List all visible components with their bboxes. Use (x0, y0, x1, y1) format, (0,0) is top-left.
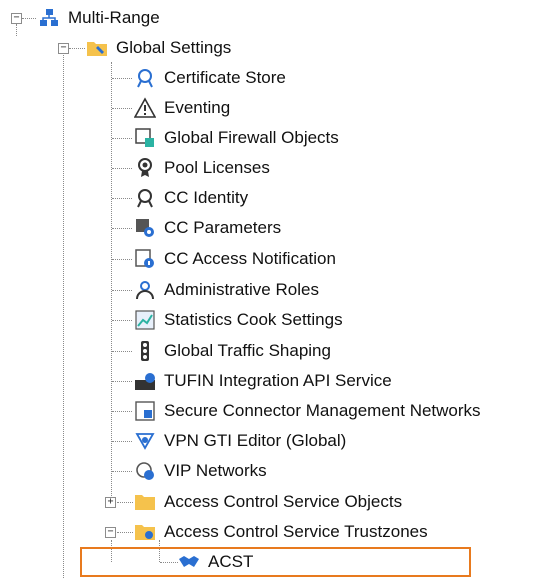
tree-node-label: VIP Networks (164, 461, 267, 480)
tree-node-label: Global Firewall Objects (164, 128, 339, 147)
folder-icon (134, 491, 156, 513)
tree-node-label: Administrative Roles (164, 280, 319, 299)
network-range-icon (38, 7, 60, 29)
identity-badge-icon (134, 187, 156, 209)
handshake-icon (178, 551, 200, 573)
tree-connector (112, 290, 132, 291)
admin-user-icon (134, 279, 156, 301)
tree-node-label: VPN GTI Editor (Global) (164, 431, 347, 450)
tree-connector (112, 108, 132, 109)
statistics-icon (134, 309, 156, 331)
tree-node-administrative-roles[interactable]: Administrative Roles (134, 275, 319, 305)
tree-connector (111, 62, 112, 502)
access-notification-icon (134, 248, 156, 270)
tree-node-multi-range[interactable]: Multi-Range (38, 3, 160, 33)
tree-node-vip-networks[interactable]: VIP Networks (134, 456, 267, 486)
tree-node-label: ACST (208, 552, 254, 571)
tree-node-label: Access Control Service Trustzones (164, 522, 428, 541)
collapse-toggle[interactable]: − (11, 13, 22, 24)
tree-connector (22, 18, 36, 19)
tree-node-cc-parameters[interactable]: CC Parameters (134, 213, 281, 243)
tree-connector (117, 532, 133, 533)
tree-node-access-control-service-trustzones[interactable]: Access Control Service Trustzones (134, 517, 428, 547)
tree-node-label: CC Parameters (164, 218, 282, 237)
tree-node-label: Multi-Range (68, 8, 160, 27)
selection-highlight (80, 547, 471, 577)
firewall-objects-icon (134, 127, 156, 149)
tree-connector (112, 78, 132, 79)
navigation-tree: − − + − Multi-Range Global Settings Cert… (0, 0, 552, 578)
tree-node-label: CC Access Notification (164, 249, 336, 268)
api-service-icon (134, 370, 156, 392)
tree-connector (112, 138, 132, 139)
tree-node-global-traffic-shaping[interactable]: Global Traffic Shaping (134, 336, 331, 366)
tree-node-label: Access Control Service Objects (164, 492, 403, 511)
tree-node-secure-connector-management-networks[interactable]: Secure Connector Management Networks (134, 396, 481, 426)
tree-node-cc-access-notification[interactable]: CC Access Notification (134, 244, 336, 274)
collapse-toggle[interactable]: − (58, 43, 69, 54)
certificate-store-icon (134, 67, 156, 89)
tree-connector (16, 24, 17, 36)
tree-node-certificate-store[interactable]: Certificate Store (134, 63, 286, 93)
tree-node-pool-licenses[interactable]: Pool Licenses (134, 153, 270, 183)
tree-node-label: Eventing (164, 98, 231, 117)
tree-node-cc-identity[interactable]: CC Identity (134, 183, 248, 213)
tree-node-global-settings[interactable]: Global Settings (86, 33, 231, 63)
expand-toggle[interactable]: + (105, 497, 116, 508)
tree-connector (112, 198, 132, 199)
tree-node-access-control-service-objects[interactable]: Access Control Service Objects (134, 487, 402, 517)
tree-connector (112, 471, 132, 472)
tree-node-eventing[interactable]: Eventing (134, 93, 230, 123)
tree-connector (112, 381, 132, 382)
tree-connector (63, 48, 64, 578)
tree-connector (112, 259, 132, 260)
warning-triangle-icon (134, 97, 156, 119)
tree-node-vpn-gti-editor[interactable]: VPN GTI Editor (Global) (134, 426, 346, 456)
vpn-gti-icon (134, 430, 156, 452)
vip-network-icon (134, 460, 156, 482)
license-icon (134, 157, 156, 179)
tree-connector (112, 441, 132, 442)
tree-node-tufin-integration-api-service[interactable]: TUFIN Integration API Service (134, 366, 392, 396)
tree-connector (112, 411, 132, 412)
tree-connector (112, 228, 132, 229)
tree-node-label: Certificate Store (164, 68, 286, 87)
tree-node-label: CC Identity (164, 188, 249, 207)
tree-connector (112, 168, 132, 169)
settings-folder-icon (134, 521, 156, 543)
traffic-light-icon (134, 340, 156, 362)
tree-connector (69, 48, 85, 49)
connector-network-icon (134, 400, 156, 422)
tree-node-label: TUFIN Integration API Service (164, 371, 392, 390)
parameters-gear-icon (134, 217, 156, 239)
tree-node-global-firewall-objects[interactable]: Global Firewall Objects (134, 123, 339, 153)
tree-connector (117, 502, 133, 503)
tree-connector (112, 320, 132, 321)
tree-node-label: Pool Licenses (164, 158, 270, 177)
tree-node-label: Global Traffic Shaping (164, 341, 331, 360)
collapse-toggle[interactable]: − (105, 527, 116, 538)
tree-node-label: Global Settings (116, 38, 232, 57)
tree-node-acst[interactable]: ACST (178, 547, 253, 577)
tree-node-label: Statistics Cook Settings (164, 310, 343, 329)
tree-node-statistics-cook-settings[interactable]: Statistics Cook Settings (134, 305, 343, 335)
settings-folder-icon (86, 37, 108, 59)
tree-node-label: Secure Connector Management Networks (164, 401, 481, 420)
tree-connector (112, 351, 132, 352)
